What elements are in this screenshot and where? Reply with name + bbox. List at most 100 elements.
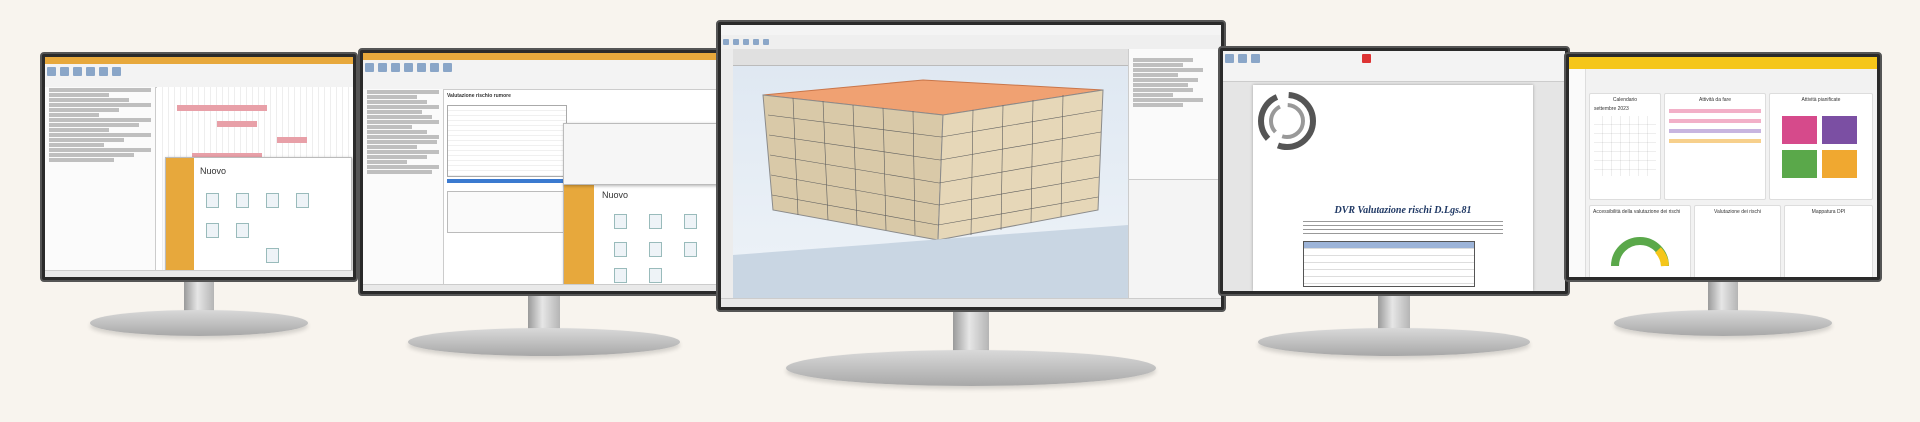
monitor-4-screen: DVR Valutazione rischi D.Lgs.81 xyxy=(1223,51,1565,291)
new-icon[interactable] xyxy=(47,67,56,76)
monitor-3 xyxy=(716,20,1226,390)
column-icon[interactable] xyxy=(743,39,749,45)
anagraphic-icon[interactable] xyxy=(404,63,413,72)
template-icon[interactable] xyxy=(266,193,279,208)
navigator-panel xyxy=(1128,49,1221,299)
template-icon[interactable] xyxy=(296,193,309,208)
close-preview-icon[interactable] xyxy=(1362,54,1371,63)
dvr-icon[interactable] xyxy=(378,63,387,72)
monitor-3-bezel xyxy=(716,20,1226,312)
title-bar xyxy=(363,53,725,60)
filter-icon[interactable] xyxy=(430,63,439,72)
properties-panel xyxy=(1129,179,1221,299)
template-icon[interactable] xyxy=(649,242,662,257)
monitor-2-base xyxy=(408,328,680,356)
template-icon[interactable] xyxy=(684,242,697,257)
monitor-2: Valutazione rischio rumore Nuovo xyxy=(358,48,730,368)
dpi-widget: Mappatura DPI xyxy=(1784,205,1873,277)
logo-swirl xyxy=(1258,92,1316,150)
settings-panel xyxy=(563,123,725,185)
tile-purple[interactable] xyxy=(1822,116,1857,144)
settings-icon[interactable] xyxy=(443,63,452,72)
calendar-grid[interactable] xyxy=(1594,116,1656,176)
monitor-1-bezel: Nuovo xyxy=(40,52,358,282)
monitor-3-screen xyxy=(721,25,1221,307)
template-icon[interactable] xyxy=(206,193,219,208)
tile-green[interactable] xyxy=(1782,150,1817,178)
monitor-2-bezel: Valutazione rischio rumore Nuovo xyxy=(358,48,730,296)
file-icon[interactable] xyxy=(365,63,374,72)
toolbar xyxy=(721,35,1221,50)
monitor-4-neck xyxy=(1378,296,1410,330)
gantt-bar[interactable] xyxy=(277,137,307,143)
template-icon[interactable] xyxy=(236,193,249,208)
gantt-bar[interactable] xyxy=(217,121,257,127)
template-icon[interactable] xyxy=(614,268,627,283)
doc-subtitle-lines xyxy=(1303,221,1503,235)
procedure-icon[interactable] xyxy=(391,63,400,72)
orientation-icon[interactable] xyxy=(1238,54,1247,63)
tile-pink[interactable] xyxy=(1782,116,1817,144)
monitor-4-base xyxy=(1258,328,1530,356)
template-icon[interactable] xyxy=(649,214,662,229)
gauge-chart xyxy=(1611,237,1669,267)
calendar-month: settembre 2023 xyxy=(1594,106,1629,112)
monitor-5-base xyxy=(1614,310,1832,336)
monitor-1-screen: Nuovo xyxy=(45,57,353,277)
monitor-5-bezel: Calendario settembre 2023 Attività da fa… xyxy=(1564,52,1882,282)
dialog-sidebar xyxy=(166,158,194,273)
slab-icon[interactable] xyxy=(753,39,759,45)
template-icon[interactable] xyxy=(266,248,279,263)
document-tree xyxy=(363,89,444,285)
widget-title: Attività da fare xyxy=(1699,97,1731,103)
widget-title: Attività pianificate xyxy=(1801,97,1841,103)
doc-title: DVR Valutazione rischi D.Lgs.81 xyxy=(1334,205,1472,216)
document-page: DVR Valutazione rischi D.Lgs.81 xyxy=(1253,85,1533,291)
app-header xyxy=(1569,57,1877,69)
open-icon[interactable] xyxy=(60,67,69,76)
todo-item[interactable] xyxy=(1669,129,1761,133)
section-title: Valutazione rischio rumore xyxy=(447,93,511,99)
view-tabs xyxy=(733,49,1128,66)
todo-item[interactable] xyxy=(1669,139,1761,143)
size-icon[interactable] xyxy=(1251,54,1260,63)
link-icon[interactable] xyxy=(112,67,121,76)
template-icon[interactable] xyxy=(236,223,249,238)
calendar-widget: Calendario settembre 2023 xyxy=(1589,93,1661,200)
gantt-bar[interactable] xyxy=(177,105,267,111)
print-icon[interactable] xyxy=(86,67,95,76)
template-icon[interactable] xyxy=(614,214,627,229)
widget-title: Accessibilità della valutazione dei risc… xyxy=(1593,209,1681,215)
viewport-3d[interactable] xyxy=(733,65,1128,299)
tile-orange[interactable] xyxy=(1822,150,1857,178)
monitor-3-base xyxy=(786,350,1156,386)
selected-row[interactable] xyxy=(447,179,567,183)
template-icon[interactable] xyxy=(614,242,627,257)
task-icon[interactable] xyxy=(99,67,108,76)
new-dialog: Nuovo xyxy=(165,157,352,274)
select-icon[interactable] xyxy=(723,39,729,45)
save-icon[interactable] xyxy=(73,67,82,76)
dialog-title: Nuovo xyxy=(602,190,629,200)
monitor-5: Calendario settembre 2023 Attività da fa… xyxy=(1564,52,1882,342)
delete-icon[interactable] xyxy=(417,63,426,72)
wall-icon[interactable] xyxy=(733,39,739,45)
dialog-sidebar xyxy=(564,182,594,291)
todo-widget: Attività da fare xyxy=(1664,93,1766,200)
status-bar xyxy=(721,298,1221,307)
widget-title: Valutazione dei rischi xyxy=(1714,209,1761,215)
margins-icon[interactable] xyxy=(1225,54,1234,63)
stair-icon[interactable] xyxy=(763,39,769,45)
monitor-4-bezel: DVR Valutazione rischi D.Lgs.81 xyxy=(1218,46,1570,296)
notes-area[interactable] xyxy=(447,191,567,233)
template-icon[interactable] xyxy=(649,268,662,283)
template-icon[interactable] xyxy=(684,214,697,229)
todo-item[interactable] xyxy=(1669,119,1761,123)
page-layout-ribbon xyxy=(1223,51,1565,82)
accessibility-widget: Accessibilità della valutazione dei risc… xyxy=(1589,205,1691,277)
todo-item[interactable] xyxy=(1669,109,1761,113)
monitor-1: Nuovo xyxy=(40,52,358,342)
template-icon[interactable] xyxy=(206,223,219,238)
navigator-tree xyxy=(1129,58,1221,107)
widget-title: Mappatura DPI xyxy=(1811,209,1846,215)
